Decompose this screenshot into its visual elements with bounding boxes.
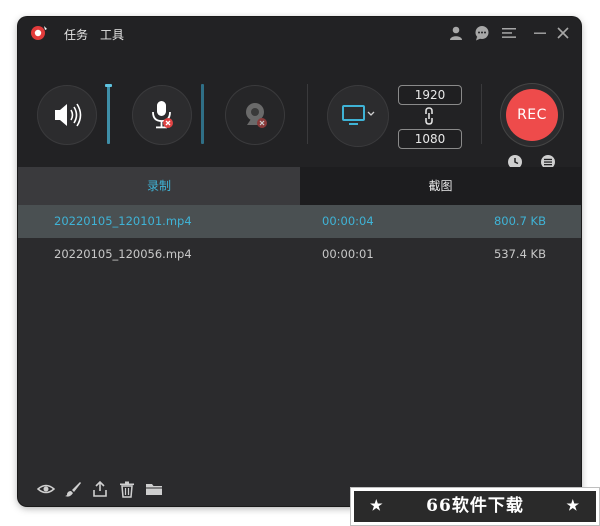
rec-button-ring: REC bbox=[500, 83, 564, 147]
title-bar: 任务 工具 bbox=[18, 17, 581, 49]
screen-region-button[interactable] bbox=[327, 85, 389, 147]
tab-record[interactable]: 录制 bbox=[18, 167, 300, 205]
microphone-muted-icon bbox=[152, 101, 173, 129]
watermark-text-panel: ★ 66软件下载 ★ bbox=[354, 491, 596, 522]
toolbar-divider bbox=[481, 84, 482, 144]
file-duration: 00:00:04 bbox=[322, 214, 374, 228]
star-icon: ★ bbox=[566, 498, 580, 514]
file-list: 20220105_120101.mp4 00:00:04 800.7 KB 20… bbox=[18, 205, 581, 463]
app-window: 任务 工具 1920 1080 REC 录制 截图 20220105_12010… bbox=[18, 17, 581, 506]
watermark-text: 66软件下载 bbox=[426, 496, 524, 516]
menu-tools[interactable]: 工具 bbox=[100, 26, 124, 43]
resolution-width-input[interactable]: 1920 bbox=[398, 85, 462, 105]
microphone-volume-slider[interactable] bbox=[201, 84, 204, 144]
toolbar-divider bbox=[307, 84, 308, 144]
star-icon: ★ bbox=[370, 498, 384, 514]
monitor-icon bbox=[342, 105, 375, 125]
system-volume-slider[interactable] bbox=[107, 84, 110, 144]
user-icon[interactable] bbox=[448, 25, 464, 41]
brush-icon[interactable] bbox=[64, 480, 82, 498]
speaker-icon bbox=[55, 103, 82, 127]
close-icon[interactable] bbox=[555, 25, 571, 41]
share-icon[interactable] bbox=[91, 480, 109, 498]
file-name: 20220105_120101.mp4 bbox=[54, 214, 192, 228]
eye-icon[interactable] bbox=[37, 480, 55, 498]
menu-task[interactable]: 任务 bbox=[64, 26, 88, 43]
file-name: 20220105_120056.mp4 bbox=[54, 247, 192, 261]
file-duration: 00:00:01 bbox=[322, 247, 374, 261]
list-item[interactable]: 20220105_120101.mp4 00:00:04 800.7 KB bbox=[18, 205, 581, 238]
list-item[interactable]: 20220105_120056.mp4 00:00:01 537.4 KB bbox=[18, 238, 581, 271]
webcam-button[interactable] bbox=[225, 85, 285, 145]
microphone-button[interactable] bbox=[132, 85, 192, 145]
menu-icon[interactable] bbox=[501, 25, 517, 41]
app-logo-icon bbox=[31, 26, 47, 40]
minimize-icon[interactable] bbox=[532, 25, 548, 41]
tab-screenshot[interactable]: 截图 bbox=[300, 167, 581, 205]
watermark-banner: ★ 66软件下载 ★ bbox=[350, 487, 600, 526]
trash-icon[interactable] bbox=[118, 480, 136, 498]
file-size: 537.4 KB bbox=[493, 247, 546, 261]
system-sound-button[interactable] bbox=[37, 85, 97, 145]
link-icon[interactable] bbox=[421, 106, 437, 126]
tabs: 录制 截图 bbox=[18, 167, 581, 205]
folder-icon[interactable] bbox=[145, 480, 163, 498]
file-size: 800.7 KB bbox=[493, 214, 546, 228]
webcam-off-icon bbox=[246, 103, 267, 128]
system-volume-handle[interactable] bbox=[105, 84, 112, 87]
capture-toolbar: 1920 1080 REC bbox=[18, 49, 581, 185]
chat-icon[interactable] bbox=[474, 25, 490, 41]
resolution-height-input[interactable]: 1080 bbox=[398, 129, 462, 149]
rec-button[interactable]: REC bbox=[506, 89, 558, 141]
